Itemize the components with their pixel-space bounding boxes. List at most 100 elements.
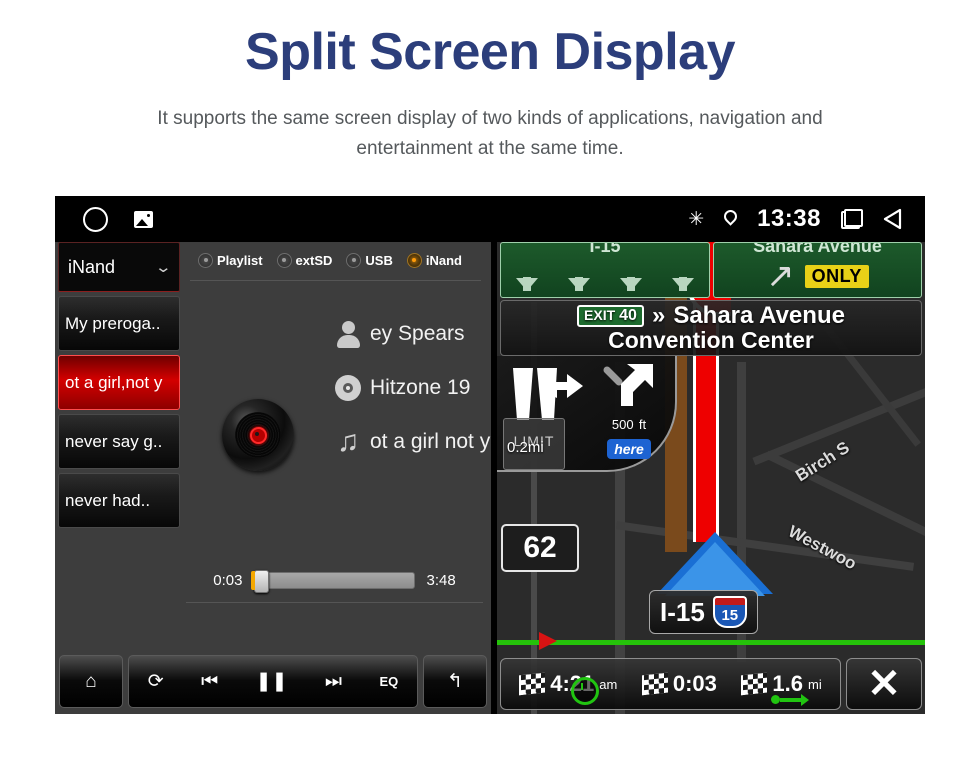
source-option-extsd[interactable]: extSD xyxy=(276,252,333,268)
next-turn-distance-value: 0.2 xyxy=(507,439,528,456)
source-option-label: extSD xyxy=(295,252,333,268)
list-item[interactable]: never say g.. xyxy=(58,414,180,469)
navigation-pane: Birch S Westwoo I-15 Sahara Avenue ↗ ONL… xyxy=(497,242,925,714)
total-duration: 3:48 xyxy=(426,572,456,589)
now-playing-section: ey Spears Hitzone 19 ♫ ot a girl not yet xyxy=(186,281,491,561)
source-radio-group: Playlist extSD USB iNand xyxy=(186,242,491,278)
turn-arrow-icon xyxy=(589,362,669,417)
only-badge: ONLY xyxy=(804,264,869,288)
trip-summary[interactable]: 4:21am 0:03 1.6 mi xyxy=(500,658,841,710)
artist-name: ey Spears xyxy=(370,322,465,345)
progress-arrow-icon xyxy=(771,693,810,706)
exit-word: EXIT xyxy=(584,307,616,323)
next-turn-distance-unit: mi xyxy=(527,439,544,456)
close-navigation-button[interactable]: ✕ xyxy=(846,658,922,710)
vehicle-position-arrow-inner xyxy=(665,542,765,596)
elapsed-time: 0:03 xyxy=(213,572,243,589)
sign-current-road: I-15 xyxy=(500,242,710,298)
eta-item: 4:21am xyxy=(519,671,618,705)
sign-road-label: Sahara Avenue xyxy=(753,242,882,256)
divider xyxy=(186,602,483,603)
circle-icon[interactable] xyxy=(83,206,108,232)
back-triangle-icon[interactable] xyxy=(883,208,903,230)
page-title: Split Screen Display xyxy=(245,23,735,81)
pause-button[interactable]: ❚❚ xyxy=(250,672,294,691)
next-button[interactable]: ⏭ xyxy=(319,672,348,691)
radio-icon xyxy=(346,252,362,268)
previous-button[interactable]: ⏮ xyxy=(195,672,224,691)
split-screen-body: iNand ⌄ My preroga.. ot a girl,not y nev… xyxy=(55,242,925,714)
checkered-flag-icon xyxy=(519,672,546,696)
radio-icon-selected xyxy=(406,252,422,268)
repeat-button[interactable]: ⟳ xyxy=(142,672,170,691)
exit-destination-sub: Convention Center xyxy=(608,327,814,353)
current-speed-box: 62 xyxy=(501,524,579,572)
lane-straight-arrow-icon xyxy=(568,277,590,291)
source-option-playlist[interactable]: Playlist xyxy=(198,252,263,268)
route-progress-bar xyxy=(497,640,925,645)
status-bar-left xyxy=(83,196,153,242)
interstate-shield-icon: 15 xyxy=(712,596,747,628)
chevron-down-icon: ⌄ xyxy=(154,259,173,276)
navigation-bottom-bar: 4:21am 0:03 1.6 mi xyxy=(500,658,922,710)
list-item[interactable]: never had.. xyxy=(58,473,180,528)
close-icon: ✕ xyxy=(867,662,901,706)
exit-headline: EXIT 40 » Sahara Avenue xyxy=(577,302,845,330)
source-option-label: iNand xyxy=(425,252,462,268)
page-subtitle: It supports the same screen display of t… xyxy=(157,108,823,159)
route-progress-marker xyxy=(539,632,557,650)
eta-suffix: am xyxy=(599,676,618,692)
exit-chevrons: » xyxy=(651,302,666,329)
hero-section: Split Screen Display It supports the sam… xyxy=(0,0,980,164)
list-item[interactable]: My preroga.. xyxy=(58,296,180,351)
lane-arrows xyxy=(501,277,709,291)
back-button[interactable]: ↰ xyxy=(423,655,487,708)
recents-icon[interactable] xyxy=(841,209,863,229)
turn-distance-value: 500 xyxy=(611,417,634,432)
sign-exit-road: Sahara Avenue ↗ ONLY xyxy=(713,242,922,298)
lane-signs: I-15 Sahara Avenue ↗ ONLY xyxy=(497,242,925,298)
playlist-sidebar: iNand ⌄ My preroga.. ot a girl,not y nev… xyxy=(58,242,180,532)
source-dropdown[interactable]: iNand ⌄ xyxy=(58,242,180,292)
eq-button[interactable]: EQ xyxy=(373,675,404,688)
lane-exit-arrow-icon: ↗ xyxy=(766,257,795,295)
home-button[interactable]: ⌂ xyxy=(59,655,123,708)
remaining-time-value: 0:03 xyxy=(672,671,717,696)
track-name: ot a girl not yet xyxy=(370,430,491,453)
map-road xyxy=(764,450,925,542)
list-item[interactable]: ot a girl,not y xyxy=(58,355,180,410)
source-option-usb[interactable]: USB xyxy=(346,252,393,268)
location-pin-icon xyxy=(724,210,737,228)
album-name: Hitzone 19 xyxy=(370,376,471,399)
artist-row: ey Spears xyxy=(326,307,491,361)
status-bar-clock: 13:38 xyxy=(757,205,821,232)
exit-number-badge: EXIT 40 xyxy=(577,305,644,327)
current-road-label: I-15 xyxy=(660,596,705,627)
bluetooth-icon: ✳ xyxy=(688,208,705,230)
progress-slider[interactable] xyxy=(250,570,415,593)
back-icon: ↰ xyxy=(447,671,463,692)
transport-controls: ⌂ ⟳ ⏮ ❚❚ ⏭ EQ ↰ xyxy=(59,655,487,708)
head-unit-screen: ✳ 13:38 iNand ⌄ My preroga.. ot a girl,n… xyxy=(55,196,925,714)
remaining-time-item: 0:03 xyxy=(641,671,717,697)
source-option-label: USB xyxy=(365,252,393,268)
current-road-badge: I-15 15 xyxy=(649,590,758,634)
lane-straight-arrow-icon xyxy=(620,277,642,291)
source-option-label: Playlist xyxy=(217,252,263,268)
sign-road-label: I-15 xyxy=(589,242,621,256)
person-icon xyxy=(326,321,370,348)
source-option-inand[interactable]: iNand xyxy=(406,252,462,268)
home-icon: ⌂ xyxy=(85,671,97,692)
remaining-distance-unit: mi xyxy=(808,676,822,692)
exit-lane-row: ↗ ONLY xyxy=(714,259,921,293)
photo-icon[interactable] xyxy=(134,210,153,228)
album-art-vinyl[interactable] xyxy=(222,399,294,471)
distance-flag-icon xyxy=(741,672,768,696)
status-bar-right: ✳ 13:38 xyxy=(688,196,903,242)
exit-instruction-banner: EXIT 40 » Sahara Avenue Convention Center xyxy=(500,300,922,356)
shield-number: 15 xyxy=(721,607,739,624)
progress-knob[interactable] xyxy=(250,570,269,593)
album-row: Hitzone 19 xyxy=(326,361,491,415)
source-dropdown-value: iNand xyxy=(68,256,116,277)
playback-progress[interactable]: 0:03 3:48 xyxy=(186,570,483,593)
